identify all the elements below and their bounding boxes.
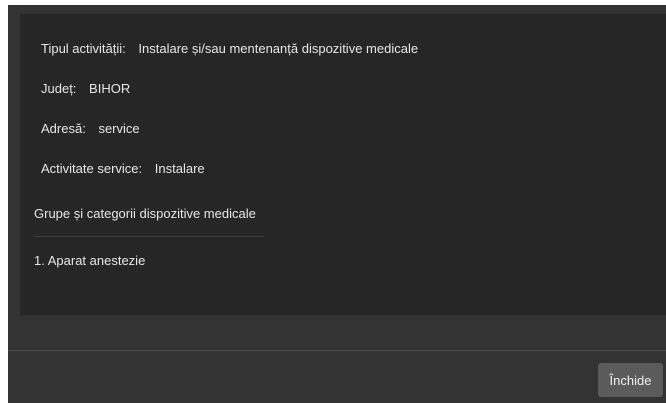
address-label: Adresă: <box>41 121 86 136</box>
field-service-activity: Activitate service: Instalare <box>41 161 205 177</box>
section-divider <box>34 236 264 237</box>
field-address: Adresă: service <box>41 121 140 137</box>
field-county: Județ: BIHOR <box>41 81 130 97</box>
close-button[interactable]: Închide <box>598 363 663 397</box>
service-activity-label: Activitate service: <box>41 161 143 176</box>
county-label: Județ: <box>41 81 77 96</box>
footer-divider <box>8 350 666 351</box>
county-value: BIHOR <box>89 81 131 96</box>
field-activity-type: Tipul activității: Instalare și/sau ment… <box>41 41 418 57</box>
activity-type-label: Tipul activității: <box>41 41 126 56</box>
details-panel: Tipul activității: Instalare și/sau ment… <box>20 14 666 315</box>
activity-type-value: Instalare și/sau mentenanță dispozitive … <box>138 41 419 56</box>
address-value: service <box>98 121 140 136</box>
details-modal: Tipul activității: Instalare și/sau ment… <box>8 5 666 403</box>
device-groups-title: Grupe și categorii dispozitive medicale <box>34 206 256 221</box>
service-activity-value: Instalare <box>154 161 205 176</box>
device-group-item: 1. Aparat anestezie <box>34 253 146 268</box>
